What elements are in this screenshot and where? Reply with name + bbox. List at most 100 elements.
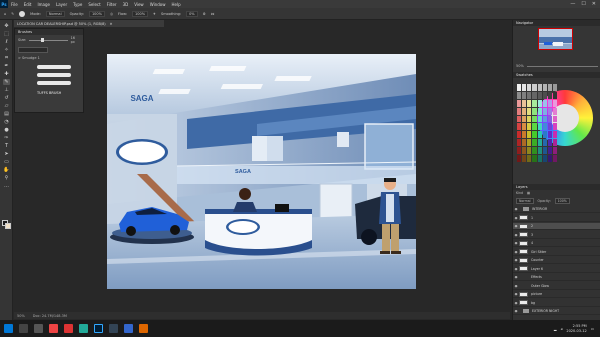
photoshop-taskbar-icon[interactable] (94, 324, 103, 333)
swatch-cell[interactable] (527, 139, 532, 147)
swatch-cell[interactable] (537, 131, 542, 139)
swatch-cell[interactable] (522, 99, 527, 107)
eraser-tool-icon[interactable]: ▱ (3, 103, 10, 109)
start-icon[interactable] (4, 324, 13, 333)
swatch-cell[interactable] (537, 91, 542, 99)
shape-tool-icon[interactable]: ▭ (3, 159, 10, 165)
swatch-cell[interactable] (517, 147, 522, 155)
crop-tool-icon[interactable]: ⌗ (3, 55, 10, 61)
menu-layer[interactable]: Layer (53, 2, 70, 7)
menu-help[interactable]: Help (168, 2, 183, 7)
swatch-cell[interactable] (547, 84, 552, 91)
swatch-cell[interactable] (532, 84, 537, 91)
swatch-cell[interactable] (542, 99, 547, 107)
layer-row[interactable]: ◉ Outer Glow (513, 283, 600, 290)
swatch-cell[interactable] (522, 147, 527, 155)
menu-window[interactable]: Window (147, 2, 169, 7)
maximize-button[interactable]: ☐ (581, 1, 585, 7)
swatch-cell[interactable] (542, 107, 547, 115)
path-select-tool-icon[interactable]: ➤ (3, 151, 10, 157)
swatch-cell[interactable] (542, 131, 547, 139)
brush-stroke-preview[interactable] (37, 81, 71, 85)
navigator-zoom-slider[interactable] (526, 65, 598, 67)
swatch-cell[interactable] (552, 84, 557, 91)
swatch-cell[interactable] (527, 155, 532, 162)
close-tab-icon[interactable]: ✕ (110, 22, 113, 26)
swatch-cell[interactable] (517, 99, 522, 107)
menu-view[interactable]: View (131, 2, 147, 7)
swatch-cell[interactable] (542, 147, 547, 155)
clock[interactable]: 2:55 PM 2020-03-12 (566, 324, 586, 333)
swatch-cell[interactable] (537, 139, 542, 147)
swatch-cell[interactable] (517, 131, 522, 139)
layer-row[interactable]: ◉ 2 (513, 223, 600, 230)
navigator-thumbnail[interactable] (538, 28, 573, 50)
swatch-cell[interactable] (527, 123, 532, 131)
swatch-cell[interactable] (537, 123, 542, 131)
swatch-cell[interactable] (552, 147, 557, 155)
swatch-cell[interactable] (552, 99, 557, 107)
document-tab[interactable]: LOCATION CAR DEALERSHIP.psd @ 50% (1, RG… (14, 20, 164, 27)
smoothing-field[interactable]: 0% (186, 10, 198, 17)
menu-select[interactable]: Select (85, 2, 103, 7)
brush-tool-icon[interactable]: ✎ (11, 12, 14, 16)
swatch-cell[interactable] (517, 155, 522, 162)
swatch-cell[interactable] (517, 107, 522, 115)
swatch-cell[interactable] (552, 139, 557, 147)
menu-type[interactable]: Type (70, 2, 85, 7)
brush-stroke-list[interactable]: TUFFS BRUSH (15, 61, 83, 101)
app-icon[interactable] (79, 324, 88, 333)
swatch-cell[interactable] (522, 91, 527, 99)
swatch-cell[interactable] (547, 131, 552, 139)
pressure-opacity-icon[interactable]: ◎ (110, 12, 113, 16)
layer-row[interactable]: ◉ EXTERIOR NIGHT (513, 308, 600, 315)
swatch-cell[interactable] (532, 131, 537, 139)
mode-select[interactable]: Normal (45, 10, 65, 17)
swatch-cell[interactable] (532, 139, 537, 147)
swatch-cell[interactable] (532, 91, 537, 99)
swatch-cell[interactable] (552, 91, 557, 99)
swatch-cell[interactable] (517, 123, 522, 131)
swatch-cell[interactable] (547, 139, 552, 147)
layer-row[interactable]: ◉ 1 (513, 215, 600, 222)
layer-opacity-field[interactable]: 100% (554, 198, 570, 204)
swatch-cell[interactable] (547, 155, 552, 162)
app-icon[interactable] (124, 324, 133, 333)
swatch-cell[interactable] (552, 155, 557, 162)
swatch-cell[interactable] (547, 99, 552, 107)
notifications-icon[interactable]: ▭ (591, 327, 594, 331)
filter-icon[interactable]: ▦ (527, 191, 530, 195)
swatch-cell[interactable] (522, 84, 527, 91)
navigator-zoom-value[interactable]: 50% (516, 64, 524, 68)
visibility-eye-icon[interactable]: ◉ (513, 309, 519, 313)
gradient-tool-icon[interactable]: ▤ (3, 111, 10, 117)
swatch-cell[interactable] (537, 115, 542, 123)
layer-row[interactable]: ◉ 3 (513, 232, 600, 239)
swatch-cell[interactable] (517, 91, 522, 99)
swatch-cell[interactable] (527, 84, 532, 91)
history-brush-tool-icon[interactable]: ↺ (3, 95, 10, 101)
slider-knob[interactable] (41, 37, 45, 42)
layer-kind-filter[interactable]: Kind (516, 191, 523, 195)
swatch-cell[interactable] (547, 115, 552, 123)
eyedropper-tool-icon[interactable]: ✒ (3, 63, 10, 69)
brush-preset-picker[interactable] (19, 10, 26, 17)
app-icon[interactable] (49, 324, 58, 333)
layer-row[interactable]: ◉ picture (513, 291, 600, 298)
brush-stroke-preview[interactable] (37, 73, 71, 77)
swatch-cell[interactable] (532, 115, 537, 123)
swatch-cell[interactable] (542, 123, 547, 131)
brush-size-value[interactable]: 16 px (71, 36, 80, 44)
swatch-cell[interactable] (527, 107, 532, 115)
swatch-cell[interactable] (532, 107, 537, 115)
layer-row[interactable]: ◉ INTERIOR (513, 206, 600, 213)
lasso-tool-icon[interactable]: ℓ (3, 39, 10, 45)
layer-row[interactable]: ◉ Counter (513, 257, 600, 264)
app-icon[interactable] (139, 324, 148, 333)
app-icon[interactable] (109, 324, 118, 333)
minimize-button[interactable]: — (570, 1, 575, 7)
swatch-cell[interactable] (527, 91, 532, 99)
swatch-cell[interactable] (547, 107, 552, 115)
swatch-cell[interactable] (532, 99, 537, 107)
brush-size-slider[interactable] (29, 37, 68, 42)
